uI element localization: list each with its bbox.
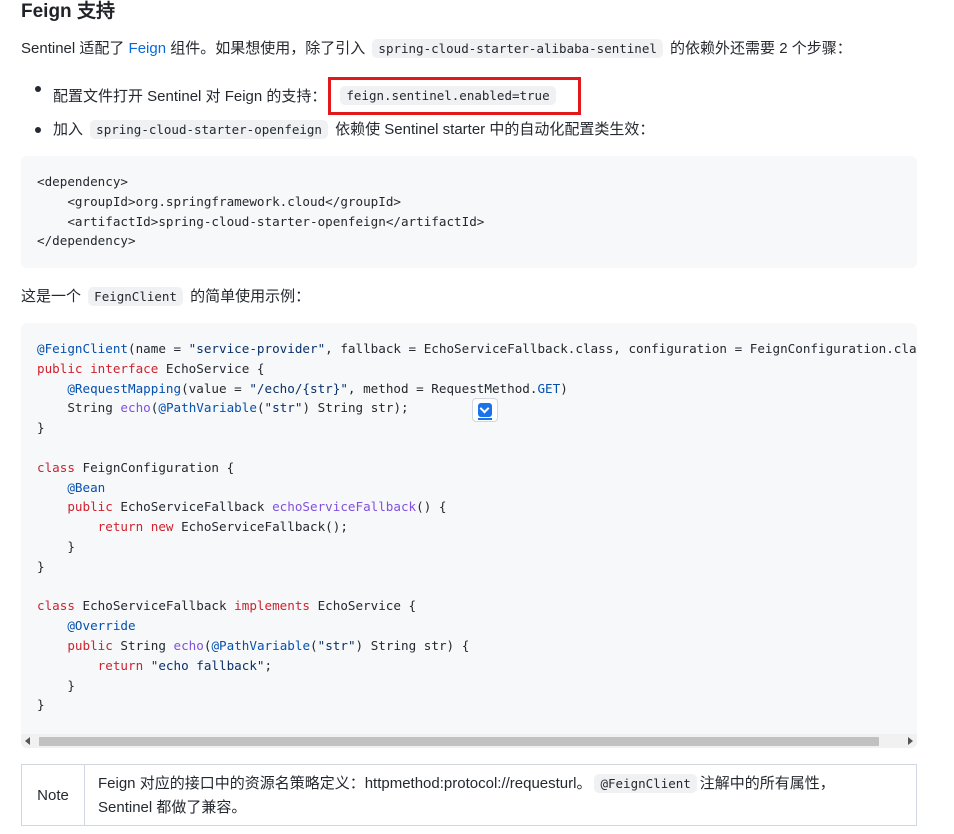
inline-code-openfeign: spring-cloud-starter-openfeign: [90, 120, 328, 139]
highlight-box: feign.sentinel.enabled=true: [328, 77, 581, 115]
inline-code-feignclient-annotation: @FeignClient: [594, 774, 697, 793]
intro-paragraph: Sentinel 适配了 Feign 组件。如果想使用，除了引入 spring-…: [21, 39, 852, 58]
list-item: 配置文件打开 Sentinel 对 Feign 的支持： feign.sentin…: [35, 77, 581, 116]
inline-code-alibaba-sentinel: spring-cloud-starter-alibaba-sentinel: [372, 39, 663, 58]
note-table: Note Feign 对应的接口中的资源名策略定义：httpmethod:pro…: [21, 764, 917, 826]
bullet-dot: [35, 86, 41, 92]
bullet-dot: [35, 127, 41, 133]
bookmark-float-button[interactable]: [472, 398, 498, 422]
scroll-thumb[interactable]: [39, 737, 879, 746]
scroll-right-arrow-icon[interactable]: [908, 737, 913, 745]
inline-code-sentinel-enabled: feign.sentinel.enabled=true: [340, 86, 556, 105]
inline-code-feignclient: FeignClient: [88, 287, 183, 306]
bookmark-icon: [478, 403, 492, 417]
feign-link[interactable]: Feign: [129, 40, 167, 57]
section-heading: Feign 支持: [21, 1, 115, 22]
scroll-left-arrow-icon[interactable]: [25, 737, 30, 745]
java-code-block: @FeignClient(name = "service-provider", …: [21, 323, 917, 748]
note-label: Note: [22, 765, 85, 825]
dependency-code-block: <dependency> <groupId>org.springframewor…: [21, 156, 917, 268]
note-body: Feign 对应的接口中的资源名策略定义：httpmethod:protocol…: [98, 774, 835, 816]
horizontal-scrollbar[interactable]: [21, 734, 917, 748]
usage-intro-paragraph: 这是一个 FeignClient 的简单使用示例：: [21, 287, 311, 306]
list-item: 加入 spring-cloud-starter-openfeign 依赖使 Se…: [35, 119, 654, 141]
